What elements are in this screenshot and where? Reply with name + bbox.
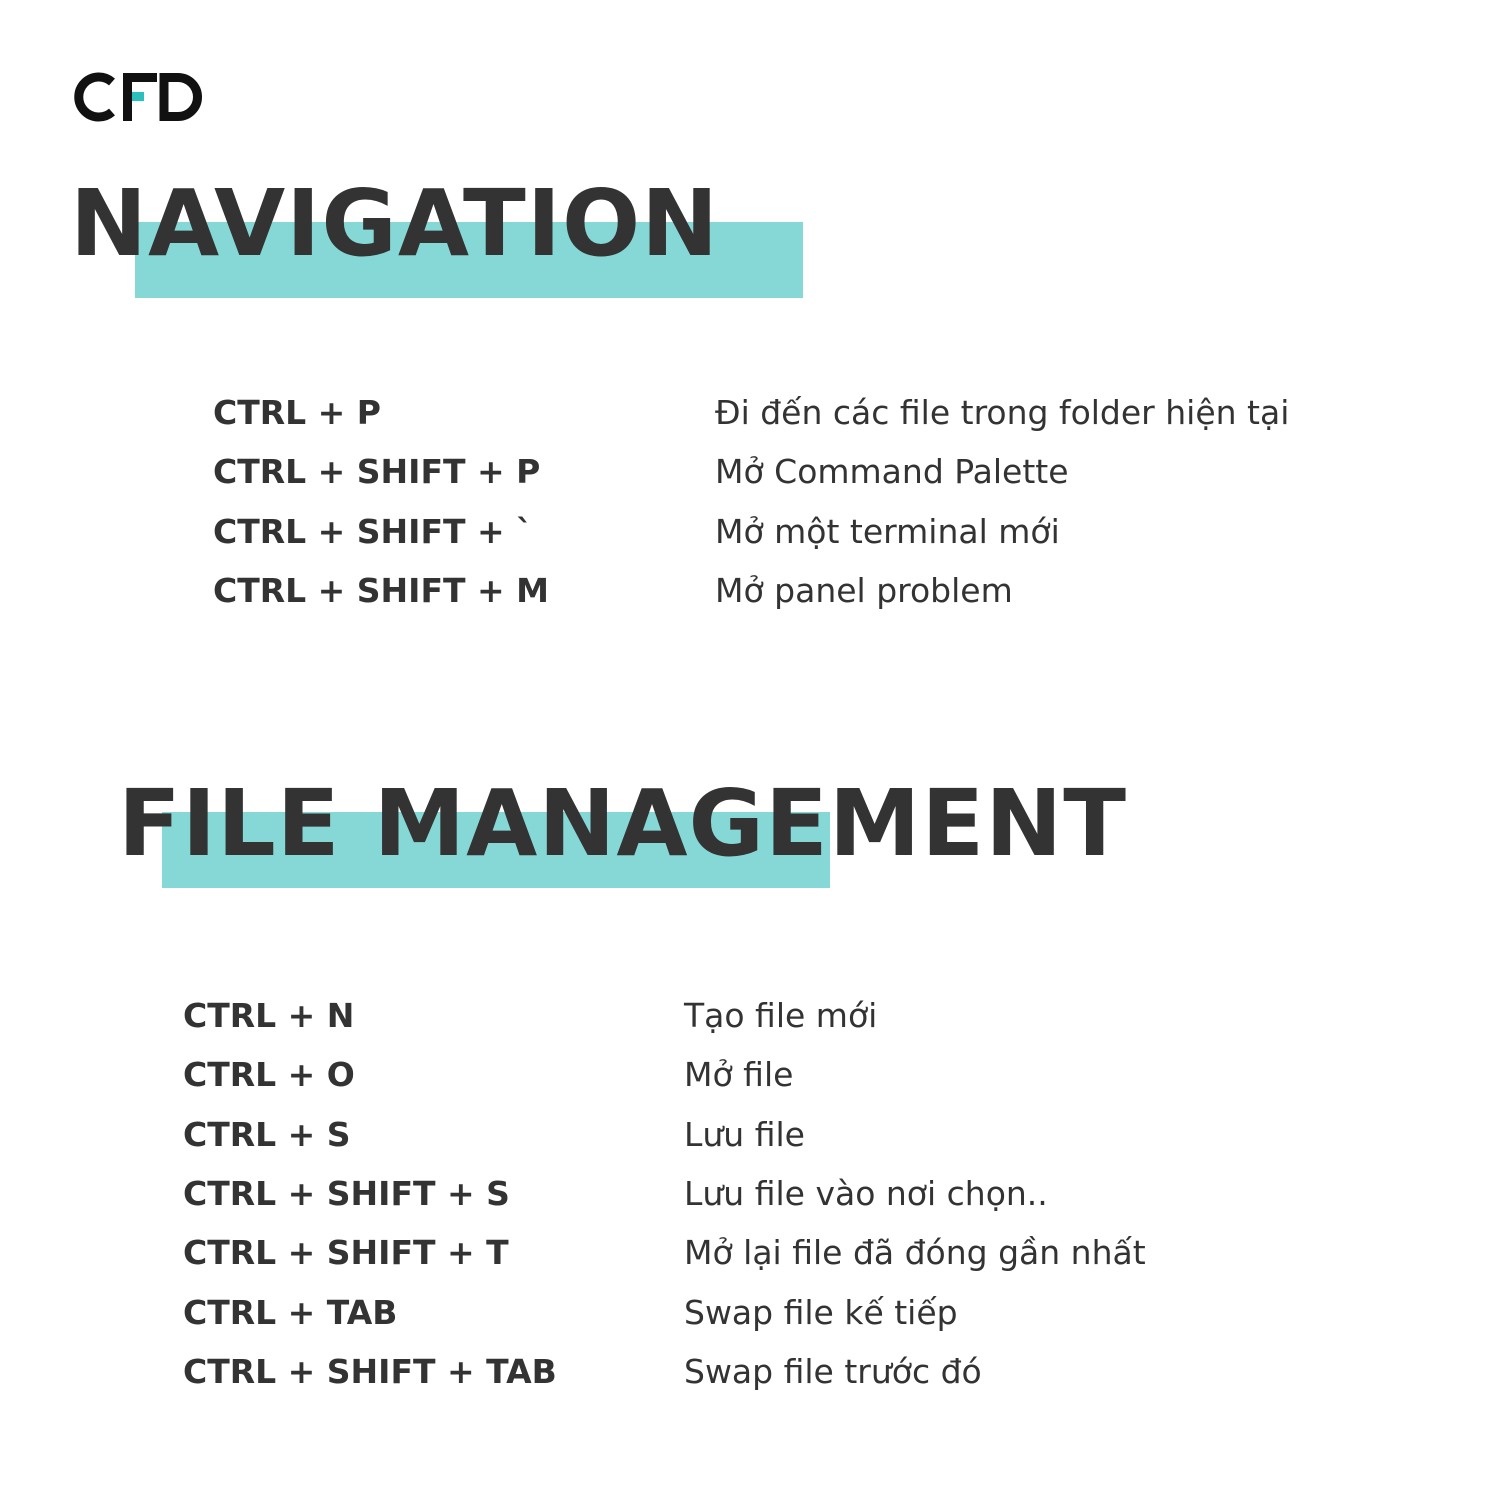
shortcut-keys: CTRL + SHIFT + P	[213, 452, 541, 492]
shortcut-row: CTRL + O Mở file	[183, 1045, 1146, 1104]
navigation-title: NAVIGATION	[70, 170, 720, 277]
shortcut-keys: CTRL + SHIFT + TAB	[183, 1351, 557, 1391]
shortcut-description: Lưu file	[684, 1114, 805, 1154]
shortcut-description: Mở một terminal mới	[715, 511, 1060, 551]
shortcut-keys: CTRL + S	[183, 1114, 351, 1154]
shortcut-keys: CTRL + TAB	[183, 1292, 398, 1332]
shortcut-row: CTRL + SHIFT + ` Mở một terminal mới	[213, 502, 1289, 561]
shortcut-keys: CTRL + SHIFT + M	[213, 571, 549, 611]
shortcut-keys: CTRL + P	[213, 393, 381, 433]
shortcut-row: CTRL + TAB Swap file kế tiếp	[183, 1282, 1146, 1341]
shortcut-row: CTRL + SHIFT + P Mở Command Palette	[213, 442, 1289, 501]
shortcut-row: CTRL + SHIFT + TAB Swap file trước đó	[183, 1342, 1146, 1401]
shortcut-description: Mở panel problem	[715, 571, 1013, 611]
shortcut-row: CTRL + SHIFT + T Mở lại file đã đóng gần…	[183, 1223, 1146, 1282]
navigation-shortcut-list: CTRL + P Đi đến các file trong folder hi…	[213, 383, 1289, 620]
file-management-shortcut-list: CTRL + N Tạo file mới CTRL + O Mở file C…	[183, 986, 1146, 1401]
shortcut-description: Mở Command Palette	[715, 452, 1069, 492]
shortcut-description: Tạo file mới	[684, 996, 878, 1036]
cfd-logo	[68, 62, 208, 132]
shortcut-description: Lưu file vào nơi chọn..	[684, 1174, 1048, 1214]
shortcut-description: Swap file trước đó	[684, 1351, 982, 1391]
shortcut-row: CTRL + SHIFT + M Mở panel problem	[213, 561, 1289, 620]
shortcut-keys: CTRL + SHIFT + `	[213, 511, 533, 551]
shortcut-keys: CTRL + N	[183, 996, 355, 1036]
shortcut-description: Đi đến các file trong folder hiện tại	[715, 393, 1290, 433]
file-management-title: FILE MANAGEMENT	[118, 770, 1128, 877]
shortcut-row: CTRL + S Lưu file	[183, 1105, 1146, 1164]
shortcut-keys: CTRL + O	[183, 1055, 355, 1095]
shortcut-description: Mở file	[684, 1055, 794, 1095]
shortcut-keys: CTRL + SHIFT + S	[183, 1174, 510, 1214]
shortcut-row: CTRL + SHIFT + S Lưu file vào nơi chọn..	[183, 1164, 1146, 1223]
shortcut-row: CTRL + N Tạo file mới	[183, 986, 1146, 1045]
shortcut-row: CTRL + P Đi đến các file trong folder hi…	[213, 383, 1289, 442]
shortcut-description: Mở lại file đã đóng gần nhất	[684, 1233, 1146, 1273]
shortcut-description: Swap file kế tiếp	[684, 1292, 958, 1332]
shortcut-keys: CTRL + SHIFT + T	[183, 1233, 509, 1273]
